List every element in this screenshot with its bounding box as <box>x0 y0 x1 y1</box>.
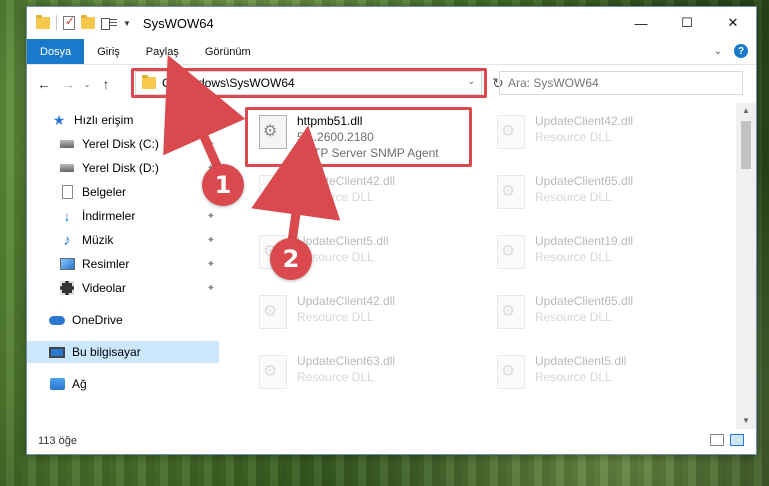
annotation-arrows <box>163 54 341 243</box>
step-marker-1: 1 <box>202 164 244 206</box>
arrow-to-address-bar <box>163 54 246 170</box>
arrow-to-file <box>251 125 341 243</box>
step-marker-2: 2 <box>270 238 312 280</box>
